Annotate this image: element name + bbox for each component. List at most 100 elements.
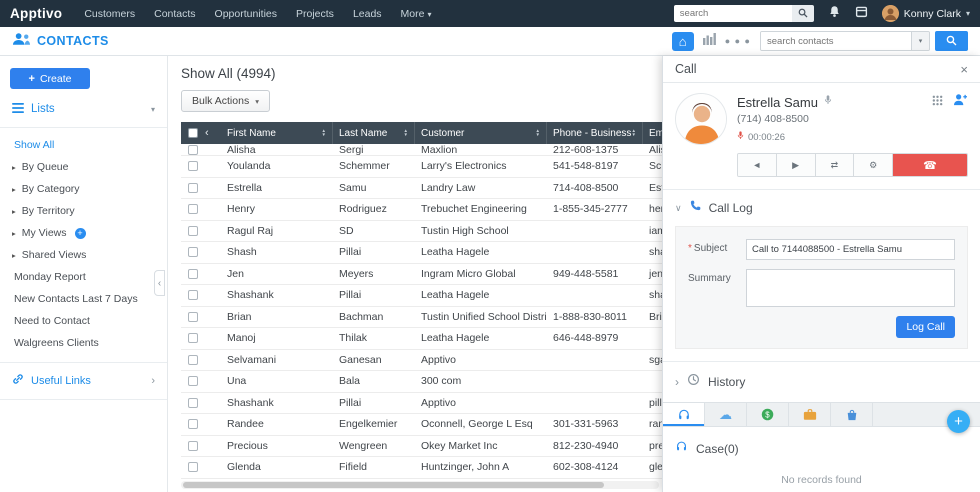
tab-headset-icon[interactable] — [663, 403, 705, 426]
cell-phone: 812-230-4940 — [547, 440, 643, 452]
cell-customer: Tustin High School — [415, 225, 547, 237]
create-button[interactable]: + Create — [10, 68, 90, 89]
column-header-last-name[interactable]: Last Name▲▼ — [333, 122, 415, 144]
dialpad-icon[interactable] — [932, 93, 943, 111]
mute-button[interactable]: ◄ — [738, 154, 777, 176]
sidebar-item-show-all[interactable]: Show All — [0, 134, 167, 156]
row-checkbox[interactable] — [188, 247, 198, 257]
notifications-button[interactable] — [828, 5, 841, 23]
sidebar-item-by-category[interactable]: ▸By Category — [0, 178, 167, 200]
search-options-dropdown[interactable]: ▾ — [911, 32, 929, 50]
subject-input[interactable] — [746, 239, 955, 260]
cell-first-name: Randee — [221, 418, 333, 430]
row-checkbox[interactable] — [188, 145, 198, 155]
contacts-search-button[interactable] — [935, 31, 968, 51]
row-checkbox[interactable] — [188, 376, 198, 386]
horizontal-scrollbar[interactable] — [181, 481, 659, 489]
dots-menu-icon: ● ● ● — [725, 36, 751, 46]
reports-button[interactable] — [703, 32, 716, 50]
cell-first-name: Shash — [221, 246, 333, 258]
sidebar-collapse-handle[interactable]: ‹ — [154, 270, 165, 296]
nav-item-opportunities[interactable]: Opportunities — [215, 8, 277, 20]
nav-item-contacts[interactable]: Contacts — [154, 8, 195, 20]
add-view-icon[interactable]: + — [75, 228, 86, 239]
cell-first-name: Alisha — [221, 144, 333, 156]
cell-phone: 949-448-5581 — [547, 268, 643, 280]
scrollbar-thumb[interactable] — [183, 482, 604, 488]
row-checkbox[interactable] — [188, 462, 198, 472]
add-record-button[interactable]: + — [947, 410, 970, 433]
row-checkbox[interactable] — [188, 161, 198, 171]
column-header-first-name[interactable]: First Name▲▼ — [221, 122, 333, 144]
sort-icon[interactable]: ▲▼ — [632, 129, 636, 137]
contacts-search-input[interactable] — [761, 32, 911, 50]
row-checkbox[interactable] — [188, 419, 198, 429]
sidebar-view-need-to-contact[interactable]: Need to Contact — [0, 310, 167, 332]
expand-arrow-icon: ▸ — [12, 251, 16, 260]
column-header-phone-business[interactable]: Phone - Business▲▼ — [547, 122, 643, 144]
sort-icon[interactable]: ▲▼ — [404, 129, 408, 137]
bulk-actions-button[interactable]: Bulk Actions ▾ — [181, 90, 270, 112]
nav-item-customers[interactable]: Customers — [84, 8, 135, 20]
sidebar-item-by-queue[interactable]: ▸By Queue — [0, 156, 167, 178]
sidebar-view-monday-report[interactable]: Monday Report — [0, 266, 167, 288]
contacts-search: ▾ — [760, 31, 968, 51]
nav-item-projects[interactable]: Projects — [296, 8, 334, 20]
settings-button[interactable]: ⚙ — [854, 154, 893, 176]
column-header-customer[interactable]: Customer▲▼ — [415, 122, 547, 144]
tab-cloud-icon[interactable]: ☁ — [705, 403, 747, 426]
more-options-button[interactable]: ● ● ● — [725, 36, 751, 46]
add-person-icon[interactable] — [953, 93, 968, 111]
row-checkbox[interactable] — [188, 204, 198, 214]
call-log-section-header[interactable]: ∨ Call Log — [663, 190, 980, 224]
global-search-button[interactable] — [792, 5, 814, 22]
cell-customer: Leatha Hagele — [415, 289, 547, 301]
row-checkbox[interactable] — [188, 398, 198, 408]
row-checkbox[interactable] — [188, 183, 198, 193]
hangup-button[interactable]: ☎ — [893, 154, 967, 176]
active-call-card: Estrella Samu (714) 408-8500 — [663, 83, 980, 190]
sort-icon[interactable]: ▲▼ — [536, 129, 540, 137]
row-checkbox-cell — [181, 156, 221, 177]
transfer-button[interactable]: ⇄ — [816, 154, 855, 176]
resume-button[interactable]: ▶ — [777, 154, 816, 176]
calendar-button[interactable] — [855, 5, 868, 23]
apptivo-logo[interactable]: Apptivo — [10, 6, 62, 21]
sidebar-item-my-views[interactable]: ▸My Views+ — [0, 222, 167, 244]
case-section-header[interactable]: Case(0) — [663, 427, 980, 462]
tab-briefcase-icon[interactable] — [789, 403, 831, 426]
history-section-header[interactable]: › History — [663, 361, 980, 402]
log-call-button[interactable]: Log Call — [896, 316, 955, 338]
row-checkbox[interactable] — [188, 441, 198, 451]
sidebar-item-shared-views[interactable]: ▸Shared Views — [0, 244, 167, 266]
sidebar-item-by-territory[interactable]: ▸By Territory — [0, 200, 167, 222]
close-icon[interactable]: × — [960, 63, 968, 76]
summary-textarea[interactable] — [746, 269, 955, 307]
cell-last-name: Bachman — [333, 311, 415, 323]
row-checkbox[interactable] — [188, 333, 198, 343]
global-search-input[interactable] — [674, 5, 792, 22]
user-menu[interactable]: Konny Clark ▾ — [882, 5, 970, 22]
row-checkbox[interactable] — [188, 290, 198, 300]
nav-item-more[interactable]: More▾ — [401, 8, 432, 20]
sort-icon[interactable]: ▲▼ — [322, 129, 326, 137]
nav-item-leads[interactable]: Leads — [353, 8, 382, 20]
svg-text:$: $ — [765, 410, 770, 419]
topnav-menu: Customers Contacts Opportunities Projects Le… — [84, 8, 431, 20]
tab-bag-icon[interactable] — [831, 403, 873, 426]
select-all-checkbox[interactable] — [188, 128, 198, 138]
home-button[interactable]: ⌂ — [672, 32, 694, 51]
row-checkbox-cell — [181, 328, 221, 349]
row-checkbox[interactable] — [188, 226, 198, 236]
row-checkbox[interactable] — [188, 312, 198, 322]
sidebar-useful-links[interactable]: Useful Links › — [0, 362, 167, 400]
case-count: Case(0) — [696, 442, 739, 456]
collapse-column-icon[interactable]: ‹ — [205, 127, 209, 139]
sidebar-view-new-contacts-last-7-days[interactable]: New Contacts Last 7 Days — [0, 288, 167, 310]
row-checkbox[interactable] — [188, 355, 198, 365]
sidebar-lists-header[interactable]: Lists ▾ — [0, 89, 167, 128]
tab-money-icon[interactable]: $ — [747, 403, 789, 426]
row-checkbox[interactable] — [188, 269, 198, 279]
sidebar-view-walgreens-clients[interactable]: Walgreens Clients — [0, 332, 167, 354]
microphone-icon[interactable] — [824, 93, 832, 111]
